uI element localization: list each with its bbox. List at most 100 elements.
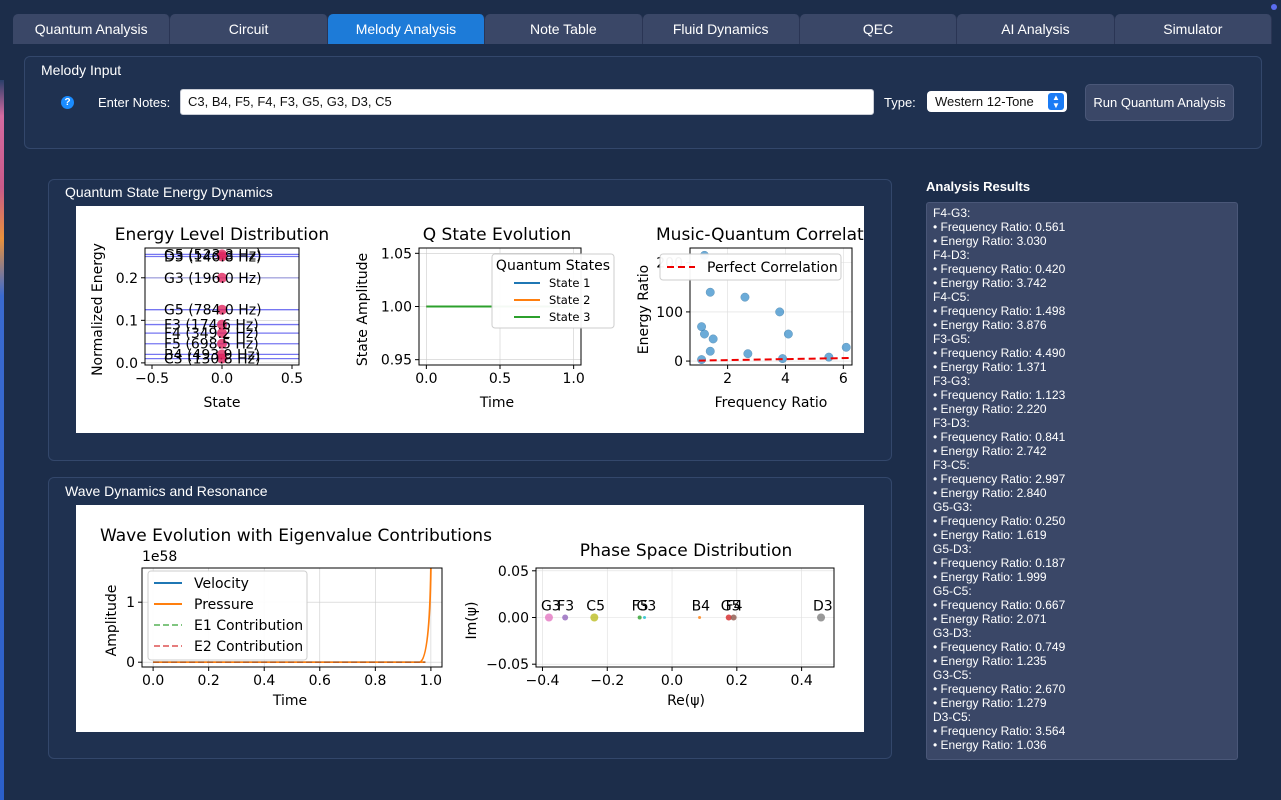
analysis-results-text[interactable]: F4-G3: • Frequency Ratio: 0.561 • Energy R…: [926, 202, 1238, 760]
state-xtick-label: 0.0: [415, 371, 437, 387]
wave-ylabel: Amplitude: [104, 585, 120, 657]
notes-input[interactable]: C3, B4, F5, F4, F3, G5, G3, D3, C5: [180, 89, 874, 115]
corr-point: [775, 307, 785, 317]
tab-quantum-analysis[interactable]: Quantum Analysis: [13, 14, 171, 44]
energy-level-label: D3 (146.8 Hz): [164, 250, 261, 266]
corr-ytick-label: 0: [674, 354, 683, 370]
energy-xlabel: State: [203, 395, 240, 411]
result-line: • Frequency Ratio: 0.561: [933, 220, 1066, 234]
state-ytick-label: 1.05: [381, 246, 412, 262]
energy-ytick-label: 0.0: [116, 356, 138, 372]
result-line: F3-C5:: [933, 458, 970, 472]
energy-figure-svg: G5 (523.3 Hz)D3 (146.8 Hz)G3 (196.0 Hz)G…: [90, 225, 868, 411]
corr-chart-title: Music-Quantum Correlati: [656, 225, 864, 245]
result-line: F3-G3:: [933, 374, 971, 388]
result-line: • Energy Ratio: 2.071: [933, 612, 1047, 626]
result-line: • Frequency Ratio: 1.123: [933, 388, 1066, 402]
wave-legend-label: Velocity: [194, 576, 249, 592]
phase-xtick-label: −0.4: [525, 673, 559, 689]
corr-point: [841, 342, 851, 352]
phase-point: [590, 613, 599, 622]
tab-fluid-dynamics[interactable]: Fluid Dynamics: [642, 14, 800, 44]
analysis-results-title: Analysis Results: [926, 179, 1031, 194]
energy-ylabel: Normalized Energy: [90, 243, 106, 376]
phase-xtick-label: 0.0: [661, 673, 683, 689]
phase-chart-title: Phase Space Distribution: [580, 541, 793, 561]
corr-point: [705, 287, 715, 297]
phase-ytick-label: 0.00: [498, 611, 529, 627]
wave-ytick-label: 0: [126, 655, 135, 671]
result-line: • Frequency Ratio: 0.420: [933, 262, 1066, 276]
tab-bar: Quantum Analysis Circuit Melody Analysis…: [13, 14, 1272, 44]
tab-circuit[interactable]: Circuit: [170, 14, 328, 44]
state-ytick-label: 0.95: [381, 353, 412, 369]
corr-xlabel: Frequency Ratio: [715, 395, 828, 411]
result-line: • Frequency Ratio: 3.564: [933, 724, 1066, 738]
result-line: • Energy Ratio: 1.371: [933, 360, 1047, 374]
energy-level-label: G5 (784.0 Hz): [164, 303, 262, 319]
result-line: D3-C5:: [933, 710, 972, 724]
result-line: • Frequency Ratio: 0.250: [933, 514, 1066, 528]
window-edge-strip: [0, 80, 4, 800]
energy-level-label: G3 (196.0 Hz): [164, 271, 262, 287]
phase-point-label: F4: [726, 599, 743, 615]
state-legend-label: State 2: [549, 293, 590, 307]
select-arrows-icon: ▲ ▼: [1048, 93, 1064, 110]
wave-xtick-label: 0.2: [198, 673, 220, 689]
status-dot: [1271, 4, 1277, 10]
result-line: F4-C5:: [933, 290, 970, 304]
result-line: • Energy Ratio: 1.036: [933, 738, 1047, 752]
result-line: • Frequency Ratio: 0.187: [933, 556, 1066, 570]
result-line: G3-D3:: [933, 626, 972, 640]
phase-ytick-label: −0.05: [486, 657, 529, 673]
result-line: • Frequency Ratio: 1.498: [933, 304, 1066, 318]
phase-xlabel: Re(ψ): [667, 693, 705, 709]
help-icon[interactable]: ?: [61, 96, 74, 109]
result-line: • Frequency Ratio: 2.670: [933, 682, 1066, 696]
phase-point-label: B4: [692, 599, 711, 615]
corr-point: [700, 329, 709, 339]
wave-dynamics-title: Wave Dynamics and Resonance: [65, 483, 268, 499]
wave-xtick-label: 0.0: [142, 673, 164, 689]
state-xtick-label: 1.0: [563, 371, 585, 387]
energy-xtick-label: −0.5: [135, 371, 169, 387]
phase-xtick-label: 0.4: [790, 673, 812, 689]
result-line: F4-D3:: [933, 248, 970, 262]
corr-point: [743, 349, 753, 359]
tab-qec[interactable]: QEC: [799, 14, 958, 44]
wave-legend-label: E2 Contribution: [194, 639, 303, 655]
phase-ylabel: Im(ψ): [464, 602, 480, 640]
melody-input-title: Melody Input: [41, 62, 122, 78]
corr-point: [824, 352, 834, 362]
tab-melody-analysis[interactable]: Melody Analysis: [327, 14, 486, 44]
result-line: • Frequency Ratio: 0.841: [933, 430, 1066, 444]
result-line: G3-C5:: [933, 668, 972, 682]
wave-figure: Wave Evolution with Eigenvalue Contribut…: [76, 505, 864, 732]
tuning-type-select[interactable]: Western 12-Tone ▲ ▼: [927, 91, 1067, 112]
result-line: G5-D3:: [933, 542, 972, 556]
result-line: • Frequency Ratio: 2.997: [933, 472, 1066, 486]
wave-figure-svg: Wave Evolution with Eigenvalue Contribut…: [100, 526, 835, 709]
phase-point-label: C5: [586, 599, 605, 615]
result-line: • Frequency Ratio: 0.667: [933, 598, 1066, 612]
tab-ai-analysis[interactable]: AI Analysis: [957, 14, 1115, 44]
result-line: F3-G5:: [933, 332, 971, 346]
wave-pressure-spike: [419, 567, 432, 664]
tab-note-table[interactable]: Note Table: [485, 14, 643, 44]
energy-xtick-label: 0.5: [281, 371, 303, 387]
corr-point: [708, 334, 718, 344]
result-line: • Frequency Ratio: 4.490: [933, 346, 1066, 360]
phase-point: [544, 613, 553, 622]
energy-xtick-label: 0.0: [211, 371, 233, 387]
run-quantum-analysis-button[interactable]: Run Quantum Analysis: [1085, 84, 1234, 121]
corr-point: [740, 292, 750, 302]
result-line: • Energy Ratio: 2.840: [933, 486, 1047, 500]
tab-simulator[interactable]: Simulator: [1114, 14, 1272, 44]
wave-xtick-label: 0.6: [309, 673, 331, 689]
wave-xtick-label: 0.4: [253, 673, 275, 689]
state-xlabel: Time: [479, 395, 514, 411]
result-line: • Energy Ratio: 1.279: [933, 696, 1047, 710]
result-line: G5-G3:: [933, 500, 973, 514]
result-line: • Energy Ratio: 1.235: [933, 654, 1047, 668]
result-line: • Energy Ratio: 1.999: [933, 570, 1047, 584]
